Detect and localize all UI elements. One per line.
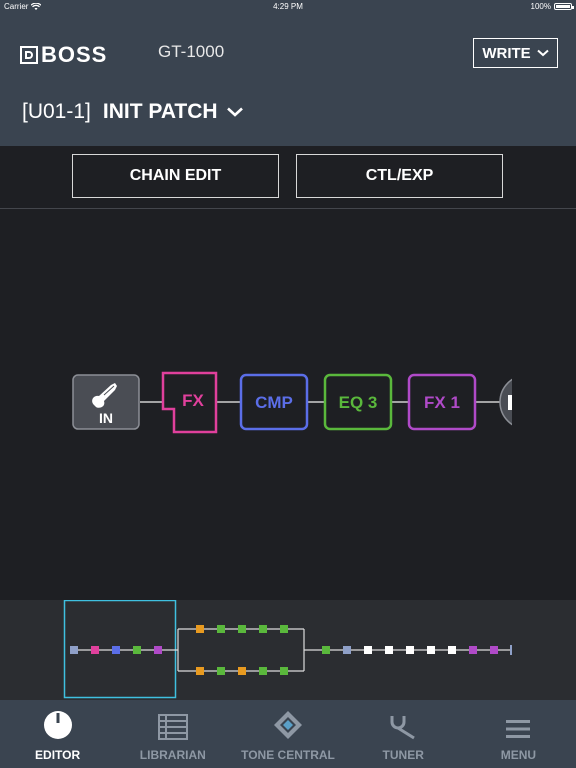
tab-librarian-label: LIBRARIAN <box>139 748 206 762</box>
write-button[interactable]: WRITE <box>473 38 558 68</box>
tab-bar: EDITOR LIBRARIAN TONE CENTRAL TUNER MENU <box>0 700 576 768</box>
brand-name: BOSS <box>41 42 108 67</box>
tab-tone-central-label: TONE CENTRAL <box>241 748 335 762</box>
tab-tuner-label: TUNER <box>382 748 424 762</box>
chain-overview-map <box>63 599 512 699</box>
chain-block-eq3-label: EQ 3 <box>339 393 378 412</box>
tab-menu-label: MENU <box>500 748 537 762</box>
chain-edit-label: CHAIN EDIT <box>129 167 222 184</box>
boss-logo: BOSS <box>20 42 107 68</box>
battery-icon <box>554 3 574 10</box>
status-bar: Carrier 4:29 PM 100% <box>0 0 576 14</box>
battery-percent: 100% <box>530 2 551 11</box>
effect-chain: IN FX CMP EQ 3 FX 1 <box>0 209 576 600</box>
tone-central-icon <box>274 711 302 739</box>
patch-selector[interactable]: [U01-1] INIT PATCH <box>22 100 244 124</box>
edit-toolbar: CHAIN EDIT CTL/EXP <box>0 146 576 209</box>
chain-block-cmp[interactable]: CMP <box>239 373 309 431</box>
chain-edit-button[interactable]: CHAIN EDIT <box>72 154 279 198</box>
chain-block-eq3[interactable]: EQ 3 <box>323 373 393 431</box>
list-icon <box>157 714 188 740</box>
hamburger-icon <box>506 720 531 738</box>
boss-logo-mark-icon <box>20 46 38 64</box>
chain-block-fx[interactable]: FX <box>161 371 218 434</box>
patch-number: [U01-1] <box>22 100 91 123</box>
chain-block-in[interactable]: IN <box>72 374 140 430</box>
chain-block-cmp-label: CMP <box>255 393 293 412</box>
tab-tone-central[interactable]: TONE CENTRAL <box>230 700 345 768</box>
clock: 4:29 PM <box>273 2 303 11</box>
tab-menu[interactable]: MENU <box>461 700 576 768</box>
effect-chain-canvas: IN FX CMP EQ 3 FX 1 <box>72 371 554 434</box>
chain-block-fx-label: FX <box>182 391 204 410</box>
chevron-down-icon <box>536 49 549 57</box>
patch-name: INIT PATCH <box>102 100 218 123</box>
chain-overview[interactable] <box>0 599 576 700</box>
chain-block-fx1[interactable]: FX 1 <box>407 373 477 431</box>
ctl-exp-button[interactable]: CTL/EXP <box>296 154 503 198</box>
chain-block-fx1-label: FX 1 <box>424 393 460 412</box>
tab-librarian[interactable]: LIBRARIAN <box>115 700 230 768</box>
device-model: GT-1000 <box>158 42 225 61</box>
tuning-fork-icon <box>390 716 415 740</box>
tab-editor-label: EDITOR <box>35 748 81 762</box>
ctl-exp-label: CTL/EXP <box>365 167 434 184</box>
chevron-down-icon <box>226 107 243 117</box>
chain-block-next[interactable] <box>499 375 554 429</box>
tab-tuner[interactable]: TUNER <box>346 700 461 768</box>
knob-icon <box>43 711 72 739</box>
chain-block-in-label: IN <box>99 410 113 426</box>
tab-editor[interactable]: EDITOR <box>0 700 115 768</box>
header: BOSS GT-1000 WRITE [U01-1] INIT PATCH <box>0 14 576 146</box>
write-label: WRITE <box>482 44 531 62</box>
